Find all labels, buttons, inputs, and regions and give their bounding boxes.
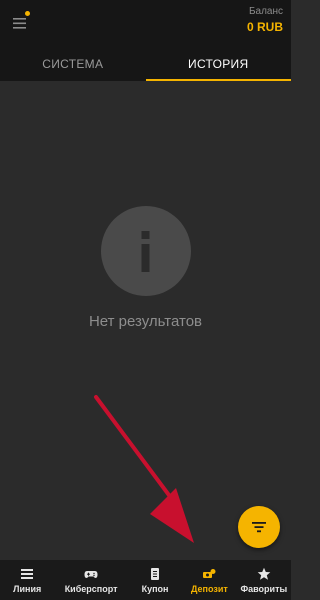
info-icon [141,231,150,272]
balance-value[interactable]: 0 RUB [247,20,283,34]
bottom-navigation: Линия Киберспорт Купон Депозит Фавориты [0,560,291,600]
list-icon [21,569,34,579]
filter-icon [252,522,266,533]
empty-state-badge [101,206,191,296]
gamepad-icon [84,571,98,578]
coupon-icon [151,568,160,580]
nav-label-line: Линия [13,584,42,594]
app-header: Баланс 0 RUB СИСТЕМА ИСТОРИЯ [0,0,291,81]
nav-item-deposit[interactable]: Депозит [182,560,236,600]
star-icon [257,567,271,580]
nav-label-esports: Киберспорт [64,584,118,594]
nav-label-favorites: Фавориты [240,584,288,594]
nav-item-favorites[interactable]: Фавориты [237,560,291,600]
empty-state-text: Нет результатов [88,313,203,330]
balance-caption: Баланс [248,6,283,17]
nav-label-deposit: Депозит [191,584,228,594]
filter-button[interactable] [238,506,280,548]
tab-history[interactable]: ИСТОРИЯ [145,50,292,81]
tab-system[interactable]: СИСТЕМА [0,50,146,81]
nav-item-esports[interactable]: Киберспорт [54,560,127,600]
nav-item-coupon[interactable]: Купон [128,560,182,600]
notification-dot [25,11,30,16]
tab-bar: СИСТЕМА ИСТОРИЯ [0,50,291,81]
deposit-icon [203,569,216,578]
nav-label-coupon: Купон [141,584,169,594]
nav-item-line[interactable]: Линия [0,560,54,600]
